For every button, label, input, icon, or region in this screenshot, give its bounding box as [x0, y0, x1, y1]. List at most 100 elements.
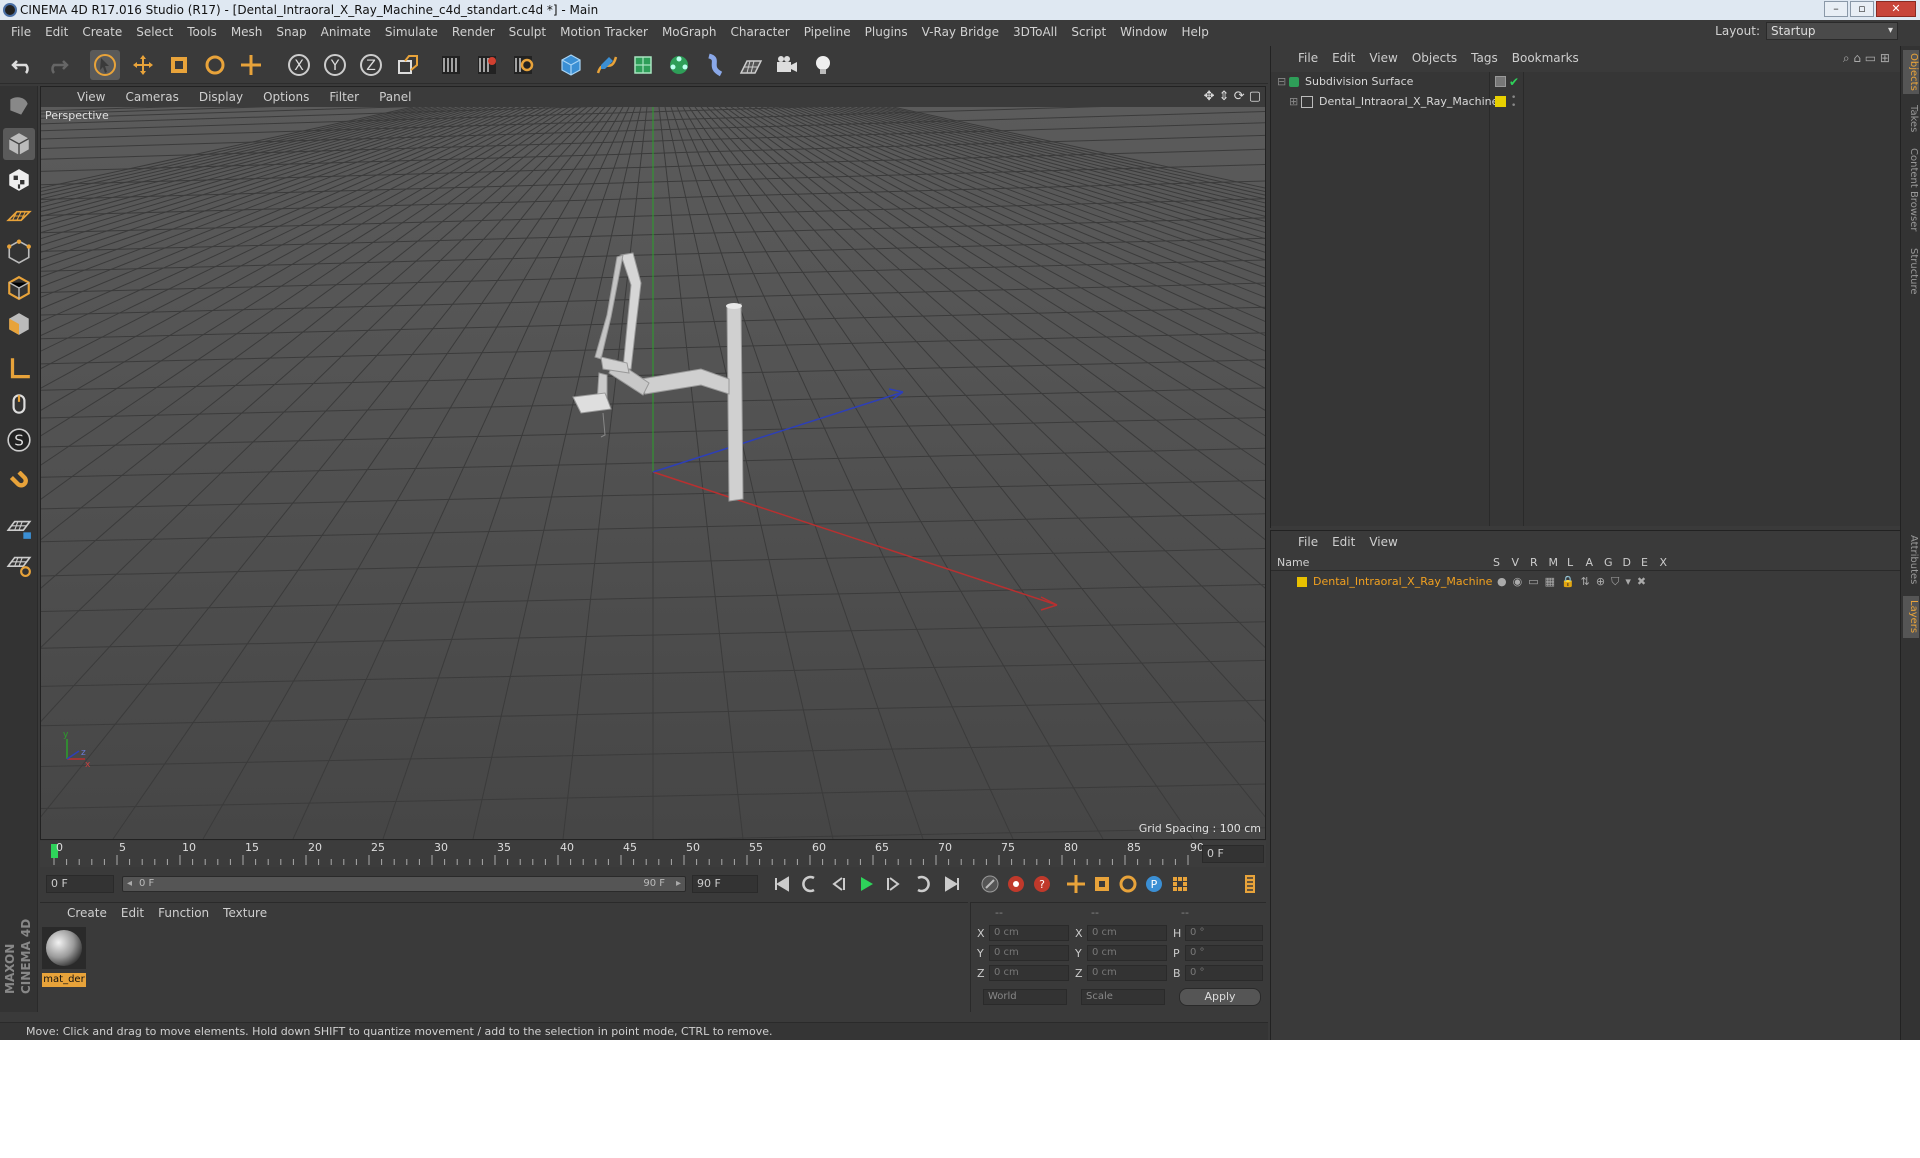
menu-tools[interactable]: Tools: [180, 20, 224, 45]
layer-menu-view[interactable]: View: [1362, 531, 1404, 553]
object-row-dental-machine[interactable]: ⊞ Dental_Intraoral_X_Ray_Machine • •: [1271, 92, 1901, 112]
tab-objects[interactable]: Objects: [1903, 50, 1919, 94]
enabled-check-icon[interactable]: ✔: [1509, 72, 1519, 92]
render-picture-viewer-icon[interactable]: [472, 50, 502, 80]
current-frame-field[interactable]: 0 F: [1202, 845, 1264, 863]
layer-column-r[interactable]: R: [1530, 555, 1538, 571]
layer-toggle-icons[interactable]: ●◉▭▦🔒⇅⊕⛉▾✖: [1497, 573, 1652, 591]
select-arrow-icon[interactable]: [90, 50, 120, 80]
viewport-menu-options[interactable]: Options: [253, 87, 319, 107]
y-axis-lock-icon[interactable]: Y: [320, 50, 350, 80]
timeline-ruler[interactable]: 0 5 10 15 20 25 30 35 40 45 50 55 60 65 70 75 80 85 90 0 F: [40, 841, 1266, 867]
minimize-button[interactable]: –: [1824, 1, 1848, 17]
end-frame-field[interactable]: 90 F: [692, 875, 758, 893]
object-menu-edit[interactable]: Edit: [1325, 46, 1362, 70]
object-name[interactable]: Subdivision Surface: [1305, 72, 1413, 92]
layer-color-swatch[interactable]: [1297, 577, 1307, 587]
viewport-menu-cameras[interactable]: Cameras: [115, 87, 188, 107]
collapse-icon[interactable]: ⊟: [1277, 72, 1286, 92]
object-menu-tags[interactable]: Tags: [1464, 46, 1505, 70]
material-menu-create[interactable]: Create: [60, 903, 114, 923]
enable-axis-icon[interactable]: [3, 352, 35, 384]
viewport-menu-view[interactable]: View: [67, 87, 115, 107]
position-x-field[interactable]: 0 cm: [989, 925, 1069, 941]
key-rotation-icon[interactable]: [1116, 872, 1140, 896]
go-to-start-icon[interactable]: [770, 872, 794, 896]
visibility-dots-icon[interactable]: • •: [1511, 94, 1516, 111]
menu-mesh[interactable]: Mesh: [224, 20, 270, 45]
menu-render[interactable]: Render: [445, 20, 502, 45]
layer-name[interactable]: Dental_Intraoral_X_Ray_Machine: [1313, 573, 1492, 591]
layer-color-swatch[interactable]: [1495, 96, 1506, 107]
move-tool-icon[interactable]: [128, 50, 158, 80]
autokeying-icon[interactable]: [1004, 872, 1028, 896]
mograph-cloner-icon[interactable]: [664, 50, 694, 80]
snap-icon[interactable]: S: [3, 424, 35, 456]
position-y-field[interactable]: 0 cm: [989, 945, 1069, 961]
expand-icon[interactable]: ⊞: [1289, 92, 1298, 112]
maximize-button[interactable]: ▫: [1850, 1, 1874, 17]
object-menu-objects[interactable]: Objects: [1405, 46, 1464, 70]
rotation-h-field[interactable]: 0 °: [1185, 925, 1263, 941]
perspective-viewport[interactable]: View Cameras Display Options Filter Pane…: [40, 86, 1266, 840]
key-position-icon[interactable]: [1064, 872, 1088, 896]
layer-menu-file[interactable]: File: [1291, 531, 1325, 553]
subdivision-surface-icon[interactable]: [628, 50, 658, 80]
live-selection-icon[interactable]: [236, 50, 266, 80]
object-row-subdivision[interactable]: ⊟ Subdivision Surface ✔: [1271, 72, 1901, 92]
layer-column-s[interactable]: S: [1493, 555, 1500, 571]
timeline-window-icon[interactable]: [1238, 872, 1262, 896]
model-mode-icon[interactable]: [3, 128, 35, 160]
camera-icon[interactable]: [772, 50, 802, 80]
deformer-icon[interactable]: [700, 50, 730, 80]
rotation-p-field[interactable]: 0 °: [1185, 945, 1263, 961]
points-mode-icon[interactable]: [3, 236, 35, 268]
menu-mograph[interactable]: MoGraph: [655, 20, 724, 45]
render-view-icon[interactable]: [436, 50, 466, 80]
apply-button[interactable]: Apply: [1179, 988, 1261, 1006]
x-axis-lock-icon[interactable]: X: [284, 50, 314, 80]
floor-environment-icon[interactable]: [736, 50, 766, 80]
viewport-menu-panel[interactable]: Panel: [369, 87, 421, 107]
material-menu-function[interactable]: Function: [151, 903, 216, 923]
menu-plugins[interactable]: Plugins: [858, 20, 915, 45]
layer-column-m[interactable]: M: [1549, 555, 1559, 571]
undo-icon[interactable]: [8, 50, 38, 80]
layer-column-x[interactable]: X: [1660, 555, 1668, 571]
rotate-tool-icon[interactable]: [200, 50, 230, 80]
menu-simulate[interactable]: Simulate: [378, 20, 445, 45]
scale-tool-icon[interactable]: [164, 50, 194, 80]
start-frame-field[interactable]: 0 F: [46, 875, 114, 893]
next-frame-icon[interactable]: [882, 872, 906, 896]
layer-column-g[interactable]: G: [1604, 555, 1613, 571]
menu-select[interactable]: Select: [129, 20, 180, 45]
object-menu-view[interactable]: View: [1362, 46, 1404, 70]
material-swatch[interactable]: mat_der: [42, 927, 88, 987]
layer-menu-edit[interactable]: Edit: [1325, 531, 1362, 553]
key-pla-icon[interactable]: [1168, 872, 1192, 896]
locked-workplane-icon[interactable]: [3, 512, 35, 544]
magnet-icon[interactable]: [3, 468, 35, 500]
menu-file[interactable]: File: [4, 20, 38, 45]
material-menu-edit[interactable]: Edit: [114, 903, 151, 923]
render-settings-icon[interactable]: [508, 50, 538, 80]
polygons-mode-icon[interactable]: [3, 308, 35, 340]
key-parameter-icon[interactable]: P: [1142, 872, 1166, 896]
menu-animate[interactable]: Animate: [314, 20, 378, 45]
material-menu-texture[interactable]: Texture: [216, 903, 274, 923]
texture-mode-icon[interactable]: [3, 164, 35, 196]
workplane-mode-icon[interactable]: [3, 200, 35, 232]
menu-window[interactable]: Window: [1113, 20, 1174, 45]
size-y-field[interactable]: 0 cm: [1087, 945, 1167, 961]
size-x-field[interactable]: 0 cm: [1087, 925, 1167, 941]
viewport-nav-icons[interactable]: ✥ ⇕ ⟳ ▢: [1204, 87, 1261, 107]
layer-row[interactable]: Dental_Intraoral_X_Ray_Machine ●◉▭▦🔒⇅⊕⛉▾…: [1271, 573, 1901, 591]
z-axis-lock-icon[interactable]: Z: [356, 50, 386, 80]
layout-dropdown[interactable]: Startup: [1766, 22, 1898, 40]
keyframe-selection-icon[interactable]: ?: [1030, 872, 1054, 896]
record-keys-icon[interactable]: [978, 872, 1002, 896]
menu-help[interactable]: Help: [1174, 20, 1215, 45]
previous-frame-icon[interactable]: [826, 872, 850, 896]
position-z-field[interactable]: 0 cm: [989, 965, 1069, 981]
frame-range-slider[interactable]: ◂ 0 F 90 F ▸: [122, 876, 686, 892]
